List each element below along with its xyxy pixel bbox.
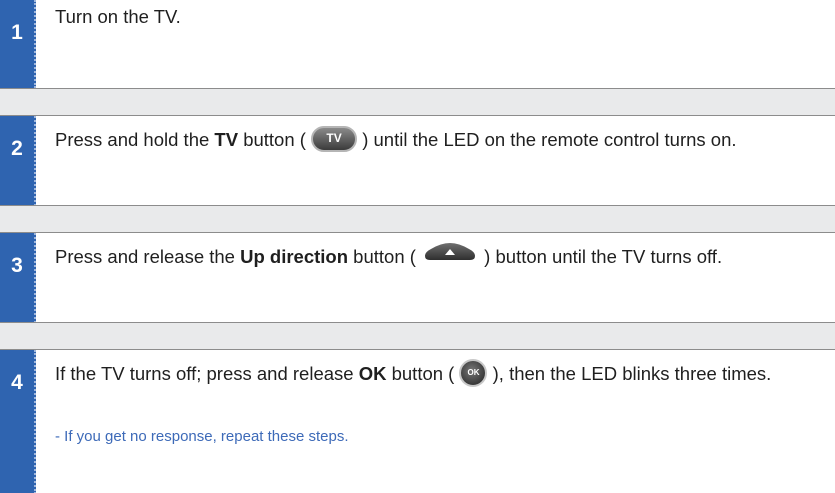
step-4-note: - If you get no response, repeat these s… [55, 428, 349, 445]
step-2-text: Press and hold the TV button ( TV ) unti… [55, 123, 835, 157]
step-number-4: 4 [0, 350, 36, 493]
step-number-1: 1 [0, 0, 36, 88]
ok-button-icon: OK [459, 359, 488, 388]
tv-button-icon: TV [311, 126, 358, 153]
step-number-3: 3 [0, 233, 36, 323]
step-3-text-before: Press and release the [55, 246, 241, 267]
up-direction-button-icon [421, 239, 479, 273]
step-4: 4 If the TV turns off; press and release… [0, 349, 835, 493]
step-3-text-mid: button ( [348, 246, 422, 267]
step-2-text-mid: button ( [238, 129, 312, 150]
step-4-text-mid: button ( [386, 363, 460, 384]
step-1: 1 Turn on the TV. [0, 0, 835, 88]
step-2-text-before: Press and hold the [55, 129, 215, 150]
step-4-text-after: ), then the LED blinks three times. [487, 363, 772, 384]
step-2: 2 Press and hold the TV button ( TV ) un… [0, 115, 835, 206]
separator-band [0, 205, 835, 233]
step-3-bold: Up direction [240, 246, 349, 267]
step-2-text-after: ) until the LED on the remote control tu… [357, 129, 737, 150]
step-2-bold: TV [214, 129, 239, 150]
step-4-text: If the TV turns off; press and release O… [55, 357, 835, 391]
step-1-text: Turn on the TV. [55, 6, 181, 27]
instruction-page: 1 Turn on the TV. 2 Press and hold the T… [0, 0, 835, 493]
step-3-text: Press and release the Up direction butto… [55, 240, 835, 274]
step-3-text-after: ) button until the TV turns off. [479, 246, 723, 267]
separator-band [0, 322, 835, 350]
separator-band [0, 88, 835, 116]
step-3: 3 Press and release the Up direction but… [0, 232, 835, 323]
step-number-2: 2 [0, 116, 36, 206]
step-4-bold: OK [358, 363, 387, 384]
step-4-text-before: If the TV turns off; press and release [55, 363, 359, 384]
